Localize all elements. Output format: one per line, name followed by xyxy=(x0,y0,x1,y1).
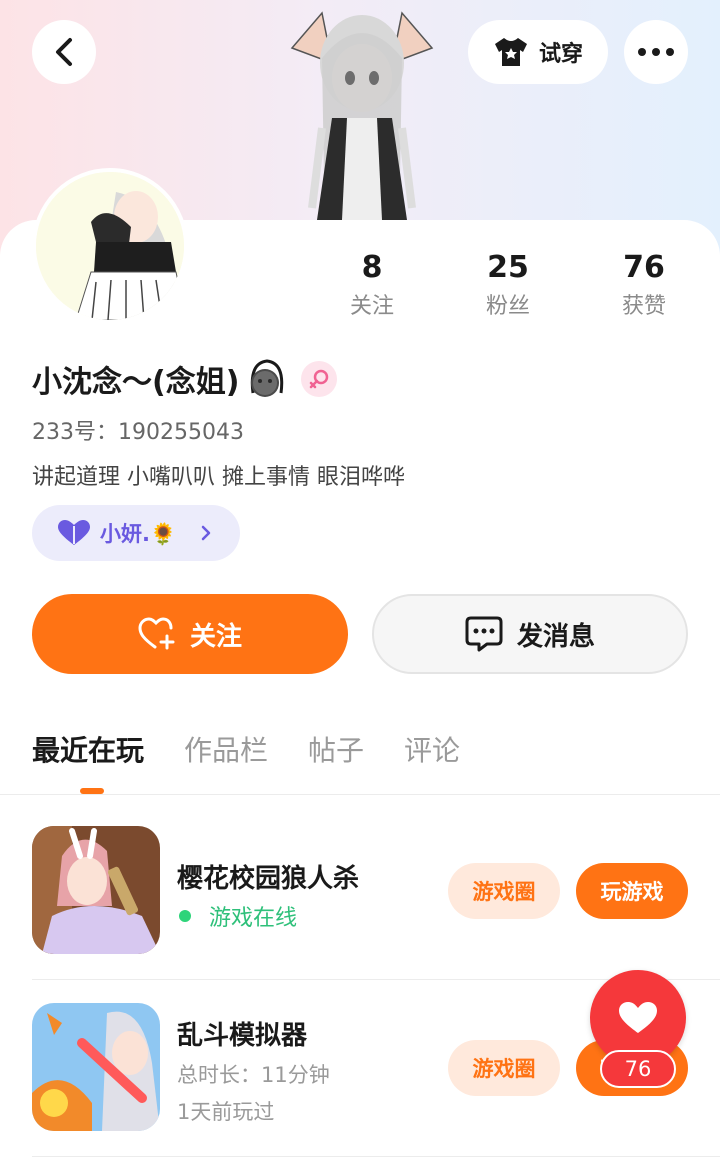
more-button[interactable] xyxy=(624,20,688,84)
user-name: 小沈念～(念姐) xyxy=(32,365,240,400)
stat-followers-label: 粉丝 xyxy=(485,294,530,319)
tab-works[interactable]: 作品栏 xyxy=(184,730,268,772)
stat-likes[interactable]: 76 获赞 xyxy=(584,248,704,326)
game-circle-button[interactable]: 游戏圈 xyxy=(448,1040,560,1096)
tabs-divider xyxy=(0,794,720,795)
try-on-label: 试穿 xyxy=(538,42,583,67)
play-duration: 总时长：11分钟 xyxy=(177,1063,330,1087)
gender-badge xyxy=(301,361,338,397)
game-title: 樱花校园狼人杀 xyxy=(177,864,360,894)
female-icon xyxy=(310,369,329,389)
follow-label: 关注 xyxy=(189,621,242,652)
game-cover-image xyxy=(32,1003,160,1131)
stat-following[interactable]: 8 关注 xyxy=(312,248,432,326)
stat-likes-label: 获赞 xyxy=(621,294,666,319)
back-icon xyxy=(56,38,72,66)
stat-likes-count: 76 xyxy=(623,250,665,285)
headphone-badge-icon xyxy=(251,359,284,397)
try-on-button[interactable]: 试穿 xyxy=(468,20,608,84)
game-thumbnail[interactable] xyxy=(32,826,160,954)
user-bio: 讲起道理 小嘴叭叭 摊上事情 眼泪哗哗 xyxy=(32,465,405,490)
online-dot-icon xyxy=(179,910,191,922)
game-title: 乱斗模拟器 xyxy=(177,1021,308,1051)
play-game-button[interactable]: 玩游戏 xyxy=(576,863,688,919)
stat-followers-count: 25 xyxy=(487,250,529,285)
row-divider xyxy=(32,1156,720,1157)
heart-icon xyxy=(58,520,90,545)
avatar-image xyxy=(36,172,184,320)
tab-recently-played[interactable]: 最近在玩 xyxy=(32,730,144,772)
avatar-character-illustration xyxy=(290,11,434,220)
user-id: 233号：190255043 xyxy=(32,420,244,445)
heart-plus-icon xyxy=(138,617,175,650)
avatar[interactable] xyxy=(32,168,188,324)
tab-comments[interactable]: 评论 xyxy=(404,730,460,772)
back-button[interactable] xyxy=(32,20,96,84)
stat-following-label: 关注 xyxy=(349,294,394,319)
game-circle-button[interactable]: 游戏圈 xyxy=(448,863,560,919)
tshirt-icon xyxy=(494,38,527,66)
relation-chip[interactable]: 小妍.🌻 xyxy=(32,505,240,561)
content-tabs: 最近在玩 作品栏 帖子 评论 xyxy=(32,730,460,772)
message-button[interactable]: 发消息 xyxy=(372,594,688,674)
more-icon xyxy=(638,48,674,56)
game-thumbnail[interactable] xyxy=(32,1003,160,1131)
stat-followers[interactable]: 25 粉丝 xyxy=(448,248,568,326)
follow-button[interactable]: 关注 xyxy=(32,594,348,674)
game-cover-image xyxy=(32,826,160,954)
chevron-right-icon xyxy=(201,525,211,541)
chat-bubble-icon xyxy=(465,616,503,652)
list-item[interactable]: 樱花校园狼人杀 游戏在线 游戏圈 玩游戏 xyxy=(32,826,720,956)
last-played: 1天前玩过 xyxy=(177,1100,275,1124)
name-row: 小沈念～(念姐) xyxy=(32,356,338,402)
online-status-text: 游戏在线 xyxy=(209,906,298,931)
tab-posts[interactable]: 帖子 xyxy=(308,730,364,772)
like-count-badge: 76 xyxy=(600,1050,676,1088)
relation-label: 小妍.🌻 xyxy=(100,522,177,546)
message-label: 发消息 xyxy=(516,621,595,652)
online-status: 游戏在线 xyxy=(177,900,297,932)
stat-following-count: 8 xyxy=(361,250,383,285)
heart-icon xyxy=(619,1002,657,1033)
